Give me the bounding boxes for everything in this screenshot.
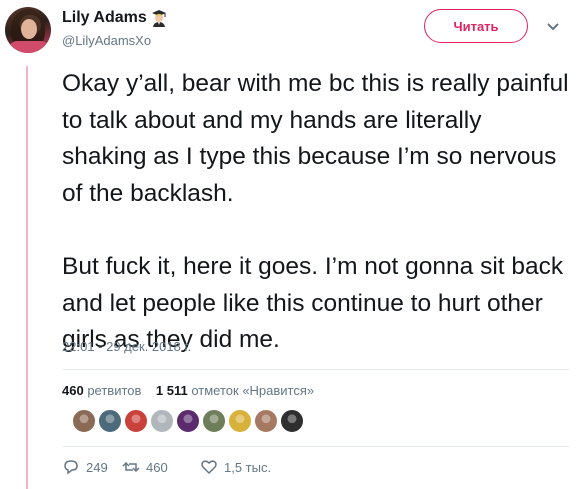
retweet-button[interactable]: 460 [122,458,200,476]
follow-button[interactable]: Читать [424,9,528,43]
user-handle[interactable]: @LilyAdamsXo [62,33,151,48]
liker-avatar-1[interactable] [72,409,96,433]
heart-icon [201,460,217,475]
liker-avatar-3[interactable] [124,409,148,433]
tweet-text: Okay y’all, bear with me bc this is real… [62,70,569,354]
retweet-count: 460 [146,459,168,475]
liker-avatar-2[interactable] [98,409,122,433]
likes-count[interactable]: 1 511 [156,383,188,398]
display-name[interactable]: Lily Adams [62,9,147,27]
reply-icon [64,460,78,475]
tweet-actions: 249 460 1,5 тыс. [62,458,271,476]
engagement-stats: 460 ретвитов 1 511 отметок «Нравится» [62,383,314,398]
like-count: 1,5 тыс. [224,459,272,475]
reply-count: 249 [86,459,108,475]
liker-avatar-7[interactable] [228,409,252,433]
divider [62,369,570,370]
chevron-down-icon[interactable] [546,22,560,32]
retweets-label[interactable]: ретвитов [87,383,141,398]
retweet-icon [122,461,140,473]
liker-avatar-8[interactable] [254,409,278,433]
like-button[interactable]: 1,5 тыс. [200,458,271,476]
likes-label[interactable]: отметок «Нравится» [191,383,314,398]
graduate-emoji-icon [151,10,166,27]
avatar[interactable] [5,7,51,53]
name-row: Lily Adams [62,9,167,27]
liker-avatar-9[interactable] [280,409,304,433]
divider [62,446,570,447]
liker-avatars [72,409,306,433]
tweet-timestamp[interactable]: 22:01 - 29 дек. 2018 г. [62,339,191,354]
thread-line [26,66,28,489]
liker-avatar-5[interactable] [176,409,200,433]
retweets-count[interactable]: 460 [62,383,84,398]
liker-avatar-6[interactable] [202,409,226,433]
liker-avatar-4[interactable] [150,409,174,433]
reply-button[interactable]: 249 [62,458,122,476]
